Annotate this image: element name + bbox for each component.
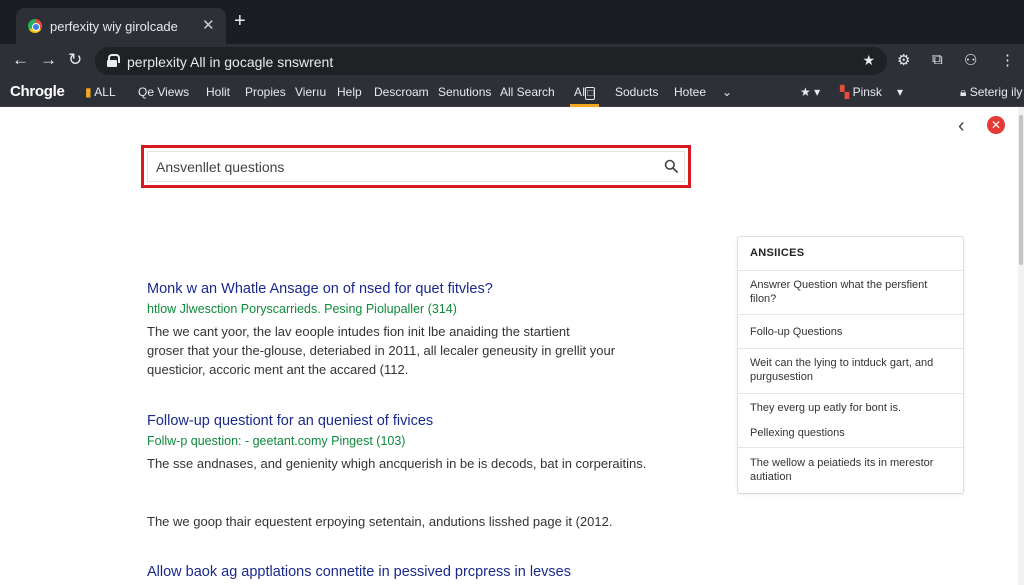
bookmark-all-search[interactable]: All Search [500,85,555,99]
ai-box-icon: □ [585,87,596,100]
answers-panel: ANSIICES Answrer Question what the persf… [737,236,964,494]
brand-logo[interactable]: Chrogle [10,83,65,100]
result-title[interactable]: Follow-up questiont for an queniest of f… [147,413,646,429]
url-text[interactable]: perplexity All in gocagle snswrent [127,54,333,70]
snippet-line: The sse andnases, and genienity whigh an… [147,456,647,471]
snippet-line: questicior, accoric ment ant the accared… [147,362,409,377]
result-url[interactable]: htlow Jlwesction Poryscarrieds. Pesing P… [147,302,615,316]
bookmarks-bar: Chrogle ▮ ALL Qe Views Holit Propies Vie… [0,78,1024,107]
panel-item[interactable]: Weit can the lying to intduck gart, and … [738,349,963,394]
panel-item[interactable]: The wellow a peiatieds its in merestor a… [738,448,963,488]
search-input[interactable] [147,151,685,182]
browser-tab[interactable]: perfexity wiy girolcade ✕ [16,8,226,44]
result-snippet: The we goop thair equestent erpoying set… [147,512,612,531]
back-arrow-icon[interactable]: ← [12,50,29,70]
bookmark-hotee[interactable]: Hotee [674,85,706,99]
bookmark-ai-active[interactable]: AI □ [569,85,600,107]
panel-item[interactable]: Pellexing questions [738,419,963,448]
snippet-line: The we cant yoor, the lav eoople intudes… [147,324,570,339]
new-tab-button[interactable]: + [234,11,246,31]
bookmark-propies[interactable]: Propies [245,85,286,99]
profile-icon[interactable]: ⚇ [964,51,977,69]
folder-icon: ▮ [85,85,92,99]
forward-arrow-icon[interactable]: → [40,50,57,70]
chrome-favicon-icon [28,19,42,33]
panel-item[interactable]: Follo-up Questions [738,315,963,349]
result-url[interactable]: Follw-p question: - geetant.comy Pingest… [147,434,646,448]
snippet-line: The we goop thair equestent erpoying set… [147,514,613,529]
back-chevron-icon[interactable]: ‹ [958,115,965,138]
lock-icon[interactable] [107,54,120,67]
bookmark-pinsk[interactable]: ▚ Pinsk [840,85,882,99]
search-result-snippet-only: The we goop thair equestent erpoying set… [147,512,612,531]
tab-title: perfexity wiy girolcade [50,19,178,34]
flag-icon: ▚ [840,85,850,99]
scrollbar[interactable] [1018,107,1024,585]
address-bar[interactable]: perplexity All in gocagle snswrent ★ [95,47,887,75]
scroll-thumb[interactable] [1019,115,1023,265]
result-title[interactable]: Allow baok ag apptlations connetite in p… [147,564,571,580]
bookmark-setting[interactable]: 🔒︎ Seterig ily [960,85,1022,100]
bookmark-help[interactable]: Help [337,85,362,99]
search-result: Allow baok ag apptlations connetite in p… [147,564,571,580]
snippet-line: groser that your the-glouse, deteriabed … [147,343,616,358]
chevron-down-icon[interactable]: ⌄ [722,85,732,99]
page-content: ‹ ✕ Monk w an Whatle Ansage on of nsed f… [0,107,1024,585]
bookmark-vieriu[interactable]: Vierıu [295,85,326,99]
chevron-down-icon[interactable]: ▾ [897,85,903,99]
panel-item[interactable]: They everg up eatly for bont is. [738,394,963,419]
panel-heading: ANSIICES [738,237,963,271]
gear-icon[interactable]: ⚙ [897,51,910,69]
bookmark-soducts[interactable]: Soducts [615,85,658,99]
menu-icon[interactable]: ⋮ [1000,51,1015,69]
reload-icon[interactable]: ↻ [68,50,82,70]
close-icon[interactable]: ✕ [987,116,1005,134]
result-snippet: The we cant yoor, the lav eoople intudes… [147,322,615,379]
bookmark-holit[interactable]: Holit [206,85,230,99]
extension-icon[interactable]: ⧉ [932,51,943,68]
bookmark-views[interactable]: Qe Views [138,85,189,99]
tab-strip: perfexity wiy girolcade ✕ + [0,0,1024,44]
star-dropdown-icon[interactable]: ★ ▾ [800,85,820,99]
lock-small-icon: 🔒︎ [960,85,967,99]
result-title[interactable]: Monk w an Whatle Ansage on of nsed for q… [147,281,615,297]
search-highlight-box [141,145,691,188]
close-tab-icon[interactable]: ✕ [202,16,215,34]
search-result: Follow-up questiont for an queniest of f… [147,413,646,473]
bookmark-all[interactable]: ▮ ALL [85,85,116,99]
star-icon[interactable]: ★ [862,52,875,69]
toolbar: ← → ↻ perplexity All in gocagle snswrent… [0,44,1024,78]
search-icon[interactable] [664,159,678,173]
bookmark-senutions[interactable]: Senutions [438,85,491,99]
bookmark-descroam[interactable]: Descroam [374,85,429,99]
search-result: Monk w an Whatle Ansage on of nsed for q… [147,281,615,379]
result-snippet: The sse andnases, and genienity whigh an… [147,454,646,473]
panel-item[interactable]: Answrer Question what the persfient filo… [738,271,963,315]
